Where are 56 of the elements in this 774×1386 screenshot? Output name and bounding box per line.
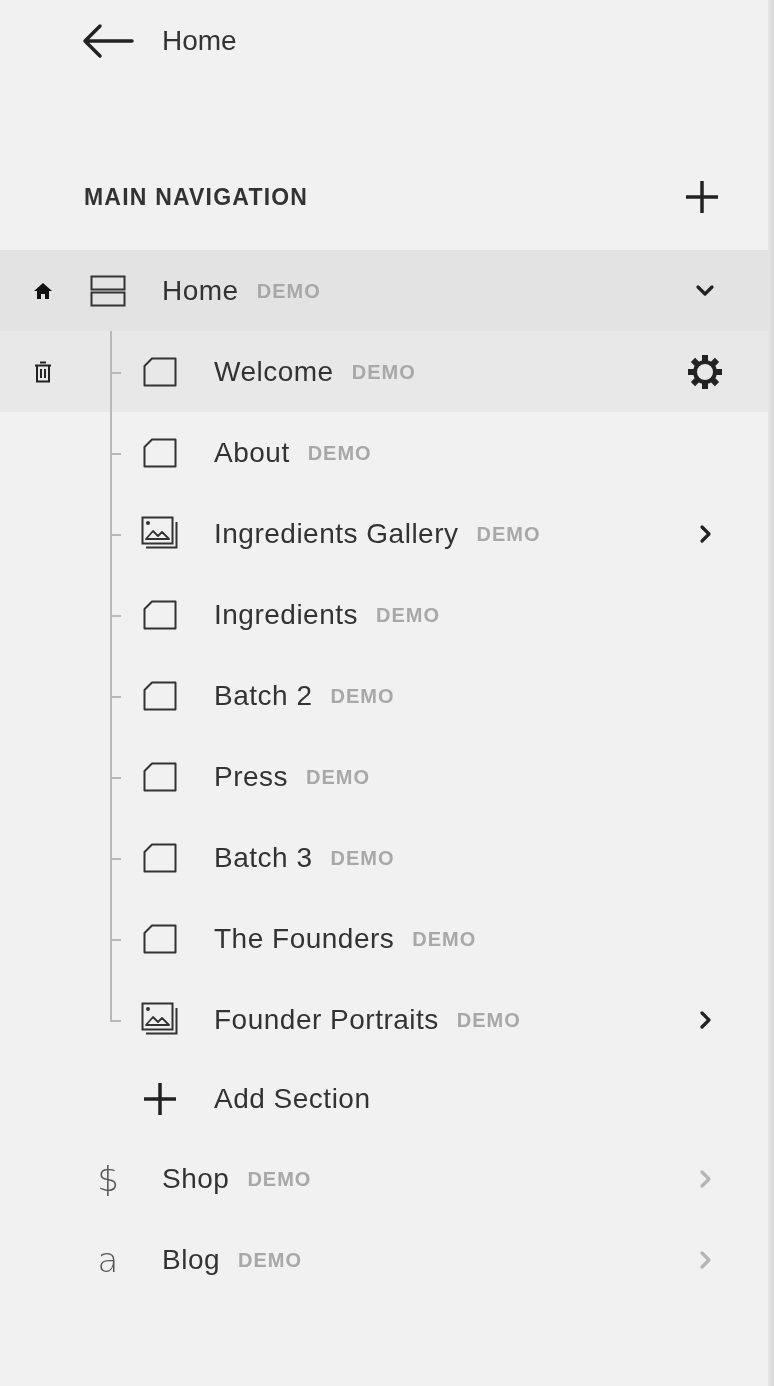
add-section-button[interactable]: Add Section xyxy=(130,1078,371,1120)
nav-item-label: About xyxy=(214,435,290,470)
nav-item-label: Shop xyxy=(162,1161,230,1196)
back-arrow-icon xyxy=(82,23,134,59)
nav-item[interactable]: Batch 2 DEMO xyxy=(0,655,768,736)
plus-icon xyxy=(143,1082,177,1116)
demo-label: DEMO xyxy=(306,764,371,790)
nav-item-label: The Founders xyxy=(214,921,395,956)
gallery-icon xyxy=(141,515,179,552)
nav-item[interactable]: a Blog DEMO xyxy=(0,1219,768,1300)
back-link[interactable]: Home xyxy=(82,20,237,62)
nav-item[interactable]: Founder Portraits DEMO xyxy=(0,979,768,1060)
demo-label: DEMO xyxy=(412,926,477,952)
demo-label: DEMO xyxy=(238,1247,303,1273)
demo-label: DEMO xyxy=(376,602,441,628)
gallery-icon xyxy=(141,1001,179,1038)
demo-label: DEMO xyxy=(456,1007,521,1033)
nav-item[interactable]: Welcome DEMO xyxy=(0,331,768,412)
letter-icon: a xyxy=(97,1242,119,1277)
nav-item-label: Welcome xyxy=(214,354,334,389)
trash-icon xyxy=(34,360,52,383)
nav-item[interactable]: The Founders DEMO xyxy=(0,898,768,979)
nav-item[interactable]: About DEMO xyxy=(0,412,768,493)
page-icon xyxy=(143,761,177,792)
demo-label: DEMO xyxy=(330,845,395,871)
nav-item-label: Press xyxy=(214,759,289,794)
page-icon xyxy=(143,356,177,387)
index-icon xyxy=(90,274,126,307)
nav-item-label: Home xyxy=(162,273,239,308)
demo-label: DEMO xyxy=(307,440,372,466)
nav-item-label: Ingredients xyxy=(214,597,359,632)
nav-item-label: Batch 2 xyxy=(214,678,313,713)
nav-item-label: Batch 3 xyxy=(214,840,313,875)
dollar-icon: $ xyxy=(97,1161,119,1196)
page-icon xyxy=(143,923,177,954)
nav-item-label: Founder Portraits xyxy=(214,1002,439,1037)
nav-item[interactable]: Batch 3 DEMO xyxy=(0,817,768,898)
nav-item[interactable]: Ingredients Gallery DEMO xyxy=(0,493,768,574)
section-title: MAIN NAVIGATION xyxy=(84,182,309,212)
nav-item-label: Ingredients Gallery xyxy=(214,516,459,551)
nav-item-label: Blog xyxy=(162,1242,221,1277)
demo-label: DEMO xyxy=(330,683,395,709)
add-icon[interactable] xyxy=(684,179,720,215)
nav-item[interactable]: Ingredients DEMO xyxy=(0,574,768,655)
demo-label: DEMO xyxy=(476,521,541,547)
nav-item[interactable]: Press DEMO xyxy=(0,736,768,817)
home-icon xyxy=(33,281,53,300)
page-icon xyxy=(143,437,177,468)
page-icon xyxy=(143,599,177,630)
demo-label: DEMO xyxy=(247,1166,312,1192)
demo-label: DEMO xyxy=(351,359,416,385)
page-icon xyxy=(143,680,177,711)
nav-item[interactable]: $ Shop DEMO xyxy=(0,1138,768,1219)
page-icon xyxy=(143,842,177,873)
demo-label: DEMO xyxy=(256,278,321,304)
nav-item[interactable]: Home DEMO xyxy=(0,250,768,331)
